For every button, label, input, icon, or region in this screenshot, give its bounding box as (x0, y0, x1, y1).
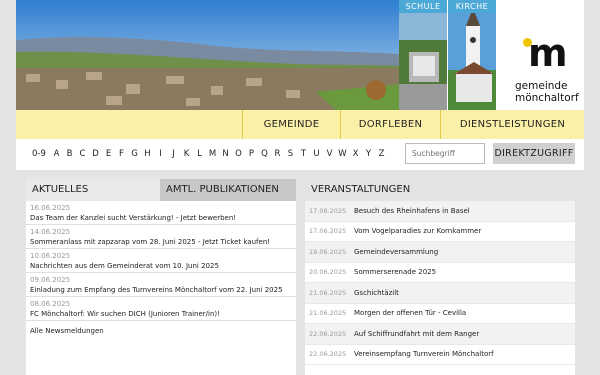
az-link[interactable]: B (63, 149, 76, 159)
nav-item-gemeinde[interactable]: GEMEINDE (242, 110, 340, 139)
event-title[interactable]: Vom Vogelparadies zur Kornkammer (354, 227, 481, 235)
event-title[interactable]: Gemeindeversammlung (354, 248, 438, 256)
az-link[interactable]: V (323, 149, 336, 159)
event-row[interactable]: 20.06.2025 Sommerserenade 2025 (305, 263, 575, 283)
event-row[interactable]: 17.06.2025 Besuch des Rheinhafens in Bas… (305, 201, 575, 222)
az-link[interactable]: I (154, 149, 167, 159)
event-row[interactable]: 21.06.2025 Gschichtäzilt (305, 283, 575, 304)
logo-mark[interactable]: m (528, 34, 568, 72)
az-link[interactable]: G (128, 149, 141, 159)
event-date: 17.06.2025 (309, 206, 347, 215)
az-link[interactable]: O (232, 149, 245, 159)
az-link[interactable]: N (219, 149, 232, 159)
news-item[interactable]: 14.06.2025 Sommeranlass mit zapzarap vom… (26, 225, 296, 249)
news-title[interactable]: Das Team der Kanzlei sucht Verstärkung! … (30, 213, 292, 223)
news-item[interactable]: 09.06.2025 Einladung zum Empfang des Tur… (26, 273, 296, 297)
events-panel: VERANSTALTUNGEN 17.06.2025 Besuch des Rh… (305, 179, 575, 375)
az-link[interactable]: L (193, 149, 206, 159)
news-item[interactable]: 08.06.2025 FC Mönchaltorf: Wir suchen DI… (26, 297, 296, 321)
az-link[interactable]: C (76, 149, 89, 159)
event-row[interactable]: 22.06.2025 Vereinsempfang Turnverein Mön… (305, 345, 575, 365)
az-link[interactable]: U (310, 149, 323, 159)
nav-item-dienstleistungen[interactable]: DIENSTLEISTUNGEN (440, 110, 584, 139)
tile-label-schule: SCHULE (399, 0, 447, 13)
tab-amtl-publikationen[interactable]: AMTL. PUBLIKATIONEN (160, 179, 296, 201)
news-title[interactable]: Sommeranlass mit zapzarap vom 28. Juni 2… (30, 237, 292, 247)
event-title[interactable]: Besuch des Rheinhafens in Basel (354, 207, 470, 215)
event-title[interactable]: Gschichtäzilt (354, 289, 399, 297)
az-link[interactable]: W (336, 149, 349, 159)
event-title[interactable]: Morgen der offenen Tür - Cevilla (354, 309, 466, 317)
event-date: 20.06.2025 (309, 268, 347, 277)
event-date: 19.06.2025 (309, 247, 347, 256)
az-link[interactable]: R (271, 149, 284, 159)
az-link[interactable]: J (167, 149, 180, 159)
tab-aktuelles[interactable]: AKTUELLES (26, 179, 160, 201)
event-date: 21.06.2025 (309, 309, 347, 318)
news-date: 10.06.2025 (30, 252, 71, 260)
az-link[interactable]: F (115, 149, 128, 159)
logo-wordmark[interactable]: gemeinde mönchaltorf (515, 80, 579, 104)
direktzugriff-button[interactable]: DIREKTZUGRIFF (493, 143, 575, 164)
news-title[interactable]: FC Mönchaltorf: Wir suchen DICH (Juniore… (30, 309, 292, 319)
event-row[interactable]: 19.06.2025 Gemeindeversammlung (305, 242, 575, 263)
az-link[interactable]: M (206, 149, 219, 159)
az-index-bar: 0-9 A B C D E F G H I J K L M N O P Q R … (16, 139, 584, 170)
news-title[interactable]: Einladung zum Empfang des Turnvereins Mö… (30, 285, 292, 295)
event-date: 21.06.2025 (309, 288, 347, 297)
news-panel: AKTUELLES AMTL. PUBLIKATIONEN 16.06.2025… (26, 179, 296, 375)
search-input[interactable] (405, 143, 485, 164)
az-link[interactable]: H (141, 149, 154, 159)
event-date: 22.06.2025 (309, 329, 347, 338)
event-row[interactable]: 17.06.2025 Vom Vogelparadies zur Kornkam… (305, 222, 575, 242)
event-row[interactable]: 21.06.2025 Morgen der offenen Tür - Cevi… (305, 304, 575, 324)
az-link[interactable]: T (297, 149, 310, 159)
event-title[interactable]: Vereinsempfang Turnverein Mönchaltorf (354, 350, 494, 358)
events-heading: VERANSTALTUNGEN (305, 179, 575, 201)
event-date: 22.06.2025 (309, 350, 347, 359)
az-link[interactable]: D (89, 149, 102, 159)
tile-label-kirche: KIRCHE (448, 0, 496, 13)
az-link[interactable]: X (349, 149, 362, 159)
az-link[interactable]: S (284, 149, 297, 159)
az-letters: 0-9 A B C D E F G H I J K L M N O P Q R … (28, 149, 388, 159)
tile-kirche[interactable]: KIRCHE (448, 0, 496, 110)
news-date: 09.06.2025 (30, 276, 71, 284)
news-date: 16.06.2025 (30, 204, 71, 212)
header: SCHULE KIRCHE m gemeinde mönchaltorf (16, 0, 584, 110)
event-date: 17.06.2025 (309, 227, 347, 236)
event-title[interactable]: Auf Schiffrundfahrt mit dem Ranger (354, 330, 479, 338)
news-item[interactable]: 16.06.2025 Das Team der Kanzlei sucht Ve… (26, 201, 296, 225)
news-date: 08.06.2025 (30, 300, 71, 308)
news-title[interactable]: Nachrichten aus dem Gemeinderat vom 10. … (30, 261, 292, 271)
az-link[interactable]: K (180, 149, 193, 159)
az-link-0-9[interactable]: 0-9 (28, 149, 50, 159)
az-link[interactable]: P (245, 149, 258, 159)
main-navigation: GEMEINDE DORFLEBEN DIENSTLEISTUNGEN (16, 110, 584, 139)
az-link[interactable]: Y (362, 149, 375, 159)
az-link[interactable]: Q (258, 149, 271, 159)
az-link[interactable]: A (50, 149, 63, 159)
logo-line-2: mönchaltorf (515, 92, 579, 104)
news-item[interactable]: 10.06.2025 Nachrichten aus dem Gemeinder… (26, 249, 296, 273)
az-link[interactable]: E (102, 149, 115, 159)
event-row[interactable]: 22.06.2025 Auf Schiffrundfahrt mit dem R… (305, 324, 575, 345)
tile-schule[interactable]: SCHULE (399, 0, 447, 110)
events-list: 17.06.2025 Besuch des Rheinhafens in Bas… (305, 201, 575, 365)
news-date: 14.06.2025 (30, 228, 71, 236)
az-link[interactable]: Z (375, 149, 388, 159)
logo-line-1: gemeinde (515, 80, 568, 92)
village-panorama-image (16, 0, 399, 110)
event-title[interactable]: Sommerserenade 2025 (354, 268, 436, 276)
all-news-link[interactable]: Alle Newsmeldungen (26, 321, 296, 341)
nav-item-dorfleben[interactable]: DORFLEBEN (340, 110, 440, 139)
